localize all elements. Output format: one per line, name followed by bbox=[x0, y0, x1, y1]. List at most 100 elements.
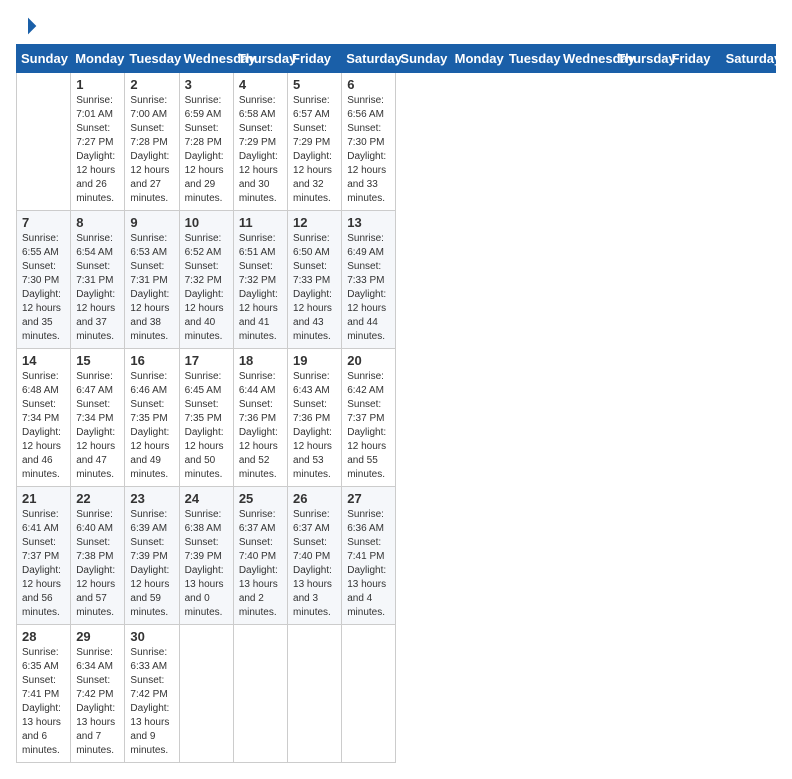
day-info: Sunrise: 6:42 AM Sunset: 7:37 PM Dayligh… bbox=[347, 370, 390, 482]
day-number: 25 bbox=[239, 491, 282, 506]
day-info: Sunrise: 6:59 AM Sunset: 7:28 PM Dayligh… bbox=[185, 94, 228, 206]
col-header-saturday: Saturday bbox=[721, 45, 775, 73]
logo bbox=[16, 16, 38, 36]
week-row-3: 14 Sunrise: 6:48 AM Sunset: 7:34 PM Dayl… bbox=[17, 349, 776, 487]
day-number: 18 bbox=[239, 353, 282, 368]
day-info: Sunrise: 6:49 AM Sunset: 7:33 PM Dayligh… bbox=[347, 232, 390, 344]
day-cell bbox=[17, 73, 71, 211]
day-cell: 12 Sunrise: 6:50 AM Sunset: 7:33 PM Dayl… bbox=[288, 211, 342, 349]
day-cell: 8 Sunrise: 6:54 AM Sunset: 7:31 PM Dayli… bbox=[71, 211, 125, 349]
day-number: 7 bbox=[22, 215, 65, 230]
day-number: 11 bbox=[239, 215, 282, 230]
col-header-saturday: Saturday bbox=[342, 45, 396, 73]
day-cell: 13 Sunrise: 6:49 AM Sunset: 7:33 PM Dayl… bbox=[342, 211, 396, 349]
day-cell: 21 Sunrise: 6:41 AM Sunset: 7:37 PM Dayl… bbox=[17, 487, 71, 625]
day-cell: 19 Sunrise: 6:43 AM Sunset: 7:36 PM Dayl… bbox=[288, 349, 342, 487]
page-header bbox=[16, 16, 776, 36]
col-header-thursday: Thursday bbox=[613, 45, 667, 73]
day-number: 2 bbox=[130, 77, 173, 92]
day-number: 9 bbox=[130, 215, 173, 230]
day-cell: 18 Sunrise: 6:44 AM Sunset: 7:36 PM Dayl… bbox=[233, 349, 287, 487]
col-header-wednesday: Wednesday bbox=[179, 45, 233, 73]
day-number: 3 bbox=[185, 77, 228, 92]
day-info: Sunrise: 6:38 AM Sunset: 7:39 PM Dayligh… bbox=[185, 508, 228, 620]
day-info: Sunrise: 6:37 AM Sunset: 7:40 PM Dayligh… bbox=[239, 508, 282, 620]
day-info: Sunrise: 6:33 AM Sunset: 7:42 PM Dayligh… bbox=[130, 646, 173, 758]
day-info: Sunrise: 7:01 AM Sunset: 7:27 PM Dayligh… bbox=[76, 94, 119, 206]
day-cell bbox=[233, 625, 287, 763]
day-cell: 30 Sunrise: 6:33 AM Sunset: 7:42 PM Dayl… bbox=[125, 625, 179, 763]
day-info: Sunrise: 6:52 AM Sunset: 7:32 PM Dayligh… bbox=[185, 232, 228, 344]
day-info: Sunrise: 6:50 AM Sunset: 7:33 PM Dayligh… bbox=[293, 232, 336, 344]
day-cell: 26 Sunrise: 6:37 AM Sunset: 7:40 PM Dayl… bbox=[288, 487, 342, 625]
day-number: 15 bbox=[76, 353, 119, 368]
day-info: Sunrise: 6:57 AM Sunset: 7:29 PM Dayligh… bbox=[293, 94, 336, 206]
week-row-1: 1 Sunrise: 7:01 AM Sunset: 7:27 PM Dayli… bbox=[17, 73, 776, 211]
day-number: 21 bbox=[22, 491, 65, 506]
day-cell: 9 Sunrise: 6:53 AM Sunset: 7:31 PM Dayli… bbox=[125, 211, 179, 349]
day-info: Sunrise: 6:35 AM Sunset: 7:41 PM Dayligh… bbox=[22, 646, 65, 758]
day-info: Sunrise: 6:37 AM Sunset: 7:40 PM Dayligh… bbox=[293, 508, 336, 620]
day-info: Sunrise: 7:00 AM Sunset: 7:28 PM Dayligh… bbox=[130, 94, 173, 206]
day-number: 13 bbox=[347, 215, 390, 230]
day-info: Sunrise: 6:39 AM Sunset: 7:39 PM Dayligh… bbox=[130, 508, 173, 620]
week-row-2: 7 Sunrise: 6:55 AM Sunset: 7:30 PM Dayli… bbox=[17, 211, 776, 349]
col-header-sunday: Sunday bbox=[17, 45, 71, 73]
day-cell: 22 Sunrise: 6:40 AM Sunset: 7:38 PM Dayl… bbox=[71, 487, 125, 625]
col-header-monday: Monday bbox=[71, 45, 125, 73]
day-number: 10 bbox=[185, 215, 228, 230]
day-cell: 28 Sunrise: 6:35 AM Sunset: 7:41 PM Dayl… bbox=[17, 625, 71, 763]
day-cell: 11 Sunrise: 6:51 AM Sunset: 7:32 PM Dayl… bbox=[233, 211, 287, 349]
day-info: Sunrise: 6:44 AM Sunset: 7:36 PM Dayligh… bbox=[239, 370, 282, 482]
day-info: Sunrise: 6:51 AM Sunset: 7:32 PM Dayligh… bbox=[239, 232, 282, 344]
day-cell: 1 Sunrise: 7:01 AM Sunset: 7:27 PM Dayli… bbox=[71, 73, 125, 211]
day-info: Sunrise: 6:54 AM Sunset: 7:31 PM Dayligh… bbox=[76, 232, 119, 344]
day-number: 12 bbox=[293, 215, 336, 230]
day-number: 5 bbox=[293, 77, 336, 92]
col-header-tuesday: Tuesday bbox=[125, 45, 179, 73]
day-cell: 16 Sunrise: 6:46 AM Sunset: 7:35 PM Dayl… bbox=[125, 349, 179, 487]
day-number: 30 bbox=[130, 629, 173, 644]
day-info: Sunrise: 6:34 AM Sunset: 7:42 PM Dayligh… bbox=[76, 646, 119, 758]
day-cell: 5 Sunrise: 6:57 AM Sunset: 7:29 PM Dayli… bbox=[288, 73, 342, 211]
day-info: Sunrise: 6:56 AM Sunset: 7:30 PM Dayligh… bbox=[347, 94, 390, 206]
day-cell bbox=[288, 625, 342, 763]
day-cell: 10 Sunrise: 6:52 AM Sunset: 7:32 PM Dayl… bbox=[179, 211, 233, 349]
day-cell: 23 Sunrise: 6:39 AM Sunset: 7:39 PM Dayl… bbox=[125, 487, 179, 625]
day-cell: 29 Sunrise: 6:34 AM Sunset: 7:42 PM Dayl… bbox=[71, 625, 125, 763]
day-cell: 15 Sunrise: 6:47 AM Sunset: 7:34 PM Dayl… bbox=[71, 349, 125, 487]
day-number: 8 bbox=[76, 215, 119, 230]
day-number: 19 bbox=[293, 353, 336, 368]
day-number: 26 bbox=[293, 491, 336, 506]
day-cell bbox=[179, 625, 233, 763]
header-row: SundayMondayTuesdayWednesdayThursdayFrid… bbox=[17, 45, 776, 73]
col-header-friday: Friday bbox=[288, 45, 342, 73]
day-number: 17 bbox=[185, 353, 228, 368]
day-info: Sunrise: 6:46 AM Sunset: 7:35 PM Dayligh… bbox=[130, 370, 173, 482]
day-cell: 27 Sunrise: 6:36 AM Sunset: 7:41 PM Dayl… bbox=[342, 487, 396, 625]
day-number: 16 bbox=[130, 353, 173, 368]
week-row-4: 21 Sunrise: 6:41 AM Sunset: 7:37 PM Dayl… bbox=[17, 487, 776, 625]
day-cell: 2 Sunrise: 7:00 AM Sunset: 7:28 PM Dayli… bbox=[125, 73, 179, 211]
day-info: Sunrise: 6:45 AM Sunset: 7:35 PM Dayligh… bbox=[185, 370, 228, 482]
day-info: Sunrise: 6:55 AM Sunset: 7:30 PM Dayligh… bbox=[22, 232, 65, 344]
day-number: 29 bbox=[76, 629, 119, 644]
day-number: 27 bbox=[347, 491, 390, 506]
day-cell: 6 Sunrise: 6:56 AM Sunset: 7:30 PM Dayli… bbox=[342, 73, 396, 211]
day-number: 22 bbox=[76, 491, 119, 506]
col-header-monday: Monday bbox=[450, 45, 504, 73]
day-number: 20 bbox=[347, 353, 390, 368]
day-number: 28 bbox=[22, 629, 65, 644]
day-number: 6 bbox=[347, 77, 390, 92]
day-cell bbox=[342, 625, 396, 763]
day-cell: 17 Sunrise: 6:45 AM Sunset: 7:35 PM Dayl… bbox=[179, 349, 233, 487]
day-cell: 3 Sunrise: 6:59 AM Sunset: 7:28 PM Dayli… bbox=[179, 73, 233, 211]
day-info: Sunrise: 6:36 AM Sunset: 7:41 PM Dayligh… bbox=[347, 508, 390, 620]
day-info: Sunrise: 6:41 AM Sunset: 7:37 PM Dayligh… bbox=[22, 508, 65, 620]
col-header-sunday: Sunday bbox=[396, 45, 450, 73]
day-info: Sunrise: 6:58 AM Sunset: 7:29 PM Dayligh… bbox=[239, 94, 282, 206]
day-cell: 14 Sunrise: 6:48 AM Sunset: 7:34 PM Dayl… bbox=[17, 349, 71, 487]
col-header-tuesday: Tuesday bbox=[504, 45, 558, 73]
day-info: Sunrise: 6:53 AM Sunset: 7:31 PM Dayligh… bbox=[130, 232, 173, 344]
day-number: 1 bbox=[76, 77, 119, 92]
